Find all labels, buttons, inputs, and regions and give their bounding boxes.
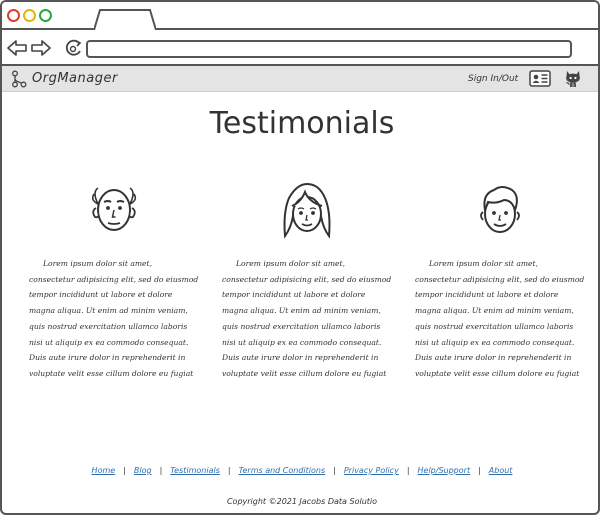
title-bar: [2, 2, 598, 30]
reload-icon[interactable]: [63, 38, 85, 58]
footer-link-terms[interactable]: Terms and Conditions: [239, 466, 326, 475]
footer-link-about[interactable]: About: [489, 466, 513, 475]
testimonial-card: Lorem ipsum dolor sit amet, consectetur …: [415, 180, 585, 384]
footer-separator: |: [123, 466, 126, 475]
back-arrow-icon[interactable]: [6, 38, 28, 58]
testimonial-text: Lorem ipsum dolor sit amet, consectetur …: [222, 259, 392, 378]
app-navbar: OrgManager Sign In/Out: [2, 66, 598, 92]
footer-separator: |: [159, 466, 163, 475]
woman-face-icon: [283, 182, 331, 239]
footer-links: Home | Blog | Testimonials | Terms and Conditi…: [2, 466, 598, 475]
maximize-window-button[interactable]: [39, 9, 52, 22]
url-input[interactable]: [86, 40, 572, 58]
browser-tab[interactable]: [94, 8, 156, 30]
sign-in-out-link[interactable]: Sign In/Out: [468, 74, 518, 84]
close-window-button[interactable]: [7, 9, 20, 22]
testimonial-card: Lorem ipsum dolor sit amet, consectetur …: [222, 180, 392, 384]
address-bar: [2, 30, 598, 66]
forward-arrow-icon[interactable]: [30, 38, 52, 58]
footer-link-testimonials[interactable]: Testimonials: [170, 466, 220, 475]
testimonial-card: Lorem ipsum dolor sit amet, consectetur …: [29, 180, 199, 384]
minimize-window-button[interactable]: [23, 9, 36, 22]
github-octocat-icon[interactable]: [563, 68, 583, 88]
footer-link-help[interactable]: Help/Support: [418, 466, 471, 475]
young-man-face-icon: [480, 186, 520, 233]
org-tree-icon: [12, 70, 27, 88]
browser-window: OrgManager Sign In/Out Testimonials Lore…: [0, 0, 600, 515]
footer-link-home[interactable]: Home: [92, 466, 116, 475]
footer-separator: |: [227, 466, 231, 475]
footer-link-blog[interactable]: Blog: [134, 466, 152, 475]
footer-separator: |: [478, 466, 481, 475]
page-title: Testimonials: [209, 106, 395, 141]
copyright-text: Copyright ©2021 Jacobs Data Solutio: [226, 497, 378, 506]
footer-separator: |: [406, 466, 410, 475]
footer-separator: |: [333, 466, 336, 475]
brand-name[interactable]: OrgManager: [32, 71, 118, 86]
testimonial-text: Lorem ipsum dolor sit amet, consectetur …: [29, 259, 199, 378]
footer-link-privacy[interactable]: Privacy Policy: [344, 466, 399, 475]
profile-card-icon[interactable]: [529, 70, 551, 87]
bald-man-face-icon: [91, 187, 137, 231]
testimonial-text: Lorem ipsum dolor sit amet, consectetur …: [415, 259, 585, 378]
